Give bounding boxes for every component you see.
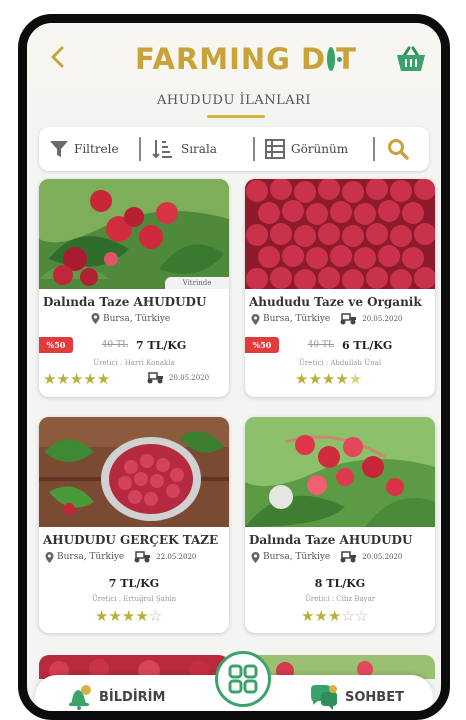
page-title: AHUDUDU İLANLARI	[156, 93, 312, 108]
chat-bubbles-icon	[311, 685, 337, 710]
location-pin-icon	[45, 551, 54, 563]
tractor-icon	[147, 372, 163, 384]
listing-image	[39, 417, 229, 527]
listing-image	[245, 179, 435, 289]
search-icon[interactable]	[387, 138, 409, 160]
filter-toolbar: Filtrele Sırala Görünüm	[39, 127, 429, 171]
location-text: Bursa, Türkiye	[263, 552, 331, 562]
view-label: Görünüm	[291, 142, 349, 156]
price: 7 TL/KG	[108, 576, 160, 590]
basket-icon[interactable]	[395, 45, 427, 73]
listing-card[interactable]: Dalında Taze AHUDUDU Bursa, Türkiye 20.0…	[245, 417, 435, 633]
seller-name: Üretici : Harri Konakla	[93, 359, 175, 367]
location-pin-icon	[91, 313, 100, 324]
price-row: 40 TL 7 TL/KG	[39, 335, 229, 355]
listing-date: 20.05.2020	[145, 372, 209, 384]
price: 8 TL/KG	[314, 576, 366, 590]
phone-frame: FARMING D T AHUDUDU İLANLARI Filtrele Sı…	[18, 14, 450, 720]
date-text: 20.05.2020	[362, 315, 403, 323]
toolbar-divider	[253, 137, 255, 161]
bell-icon	[69, 685, 91, 710]
grid-view-icon	[265, 139, 285, 159]
showcase-label: Vitrinde	[165, 277, 229, 289]
location-pin-icon	[251, 551, 260, 563]
toolbar-divider	[373, 137, 375, 161]
listing-image	[245, 417, 435, 527]
sort-button[interactable]: Sırala	[151, 127, 217, 171]
location-pin-icon	[251, 313, 260, 325]
chat-button[interactable]: SOHBET	[309, 675, 404, 711]
filter-label: Filtrele	[74, 142, 119, 156]
home-menu-button[interactable]	[215, 651, 271, 707]
date-text: 20.05.2020	[169, 374, 210, 382]
date-text: 20.05.2020	[362, 553, 403, 561]
listing-card[interactable]: Vitrinde Dalında Taze AHUDUDU Bursa, Tür…	[39, 179, 229, 397]
listing-location: Bursa, Türkiye	[91, 313, 170, 324]
listing-title: AHUDUDU GERÇEK TAZE	[43, 533, 219, 547]
price: 6 TL/KG	[341, 338, 393, 352]
listing-card[interactable]: Ahududu Taze ve Organik Bursa, Türkiye 2…	[245, 179, 435, 397]
rating-stars: ★★★★★	[43, 370, 111, 388]
filter-button[interactable]: Filtrele	[49, 127, 119, 171]
price-row: 40 TL 6 TL/KG	[245, 335, 435, 355]
notifications-label: BİLDİRİM	[99, 689, 166, 705]
location-text: Bursa, Türkiye	[57, 552, 125, 562]
filter-funnel-icon	[50, 141, 68, 157]
tractor-icon	[340, 551, 357, 563]
tractor-icon	[340, 313, 357, 325]
old-price: 40 TL	[101, 340, 128, 350]
listing-location: Bursa, Türkiye 20.05.2020	[251, 313, 402, 325]
rating-stars: ★★★★☆	[95, 607, 163, 625]
sort-label: Sırala	[181, 142, 217, 156]
sort-icon	[152, 140, 172, 159]
listing-image	[39, 179, 229, 289]
rating-stars: ★★★☆☆	[301, 607, 369, 625]
price-row: 7 TL/KG	[39, 573, 229, 593]
tractor-icon	[134, 551, 151, 563]
header: FARMING D T	[27, 23, 441, 89]
app-logo: FARMING D T	[135, 41, 356, 77]
toolbar-divider	[139, 137, 141, 161]
location-text: Bursa, Türkiye	[103, 313, 171, 324]
seller-name: Üretici : Ertuğrul Şahin	[91, 595, 177, 603]
listing-location: Bursa, Türkiye 20.05.2020	[251, 551, 402, 563]
date-text: 22.05.2020	[156, 553, 197, 561]
seller-name: Üretici : Abdullah Ünal	[298, 359, 382, 367]
back-arrow-icon[interactable]	[49, 45, 65, 69]
seller-name: Üretici : Cihz Bayar	[304, 595, 376, 603]
listing-card[interactable]: AHUDUDU GERÇEK TAZE Bursa, Türkiye 22.05…	[39, 417, 229, 633]
location-text: Bursa, Türkiye	[263, 314, 331, 324]
listing-title: Dalında Taze AHUDUDU	[249, 533, 413, 547]
listing-title: Dalında Taze AHUDUDU	[43, 295, 207, 309]
chat-label: SOHBET	[345, 689, 404, 705]
title-underline	[207, 115, 265, 118]
listing-title: Ahududu Taze ve Organik	[249, 295, 422, 309]
view-button[interactable]: Görünüm	[265, 127, 348, 171]
logo-dot-icon	[327, 47, 343, 71]
app-grid-icon	[228, 664, 258, 694]
listing-location: Bursa, Türkiye 22.05.2020	[45, 551, 196, 563]
rating-stars: ★★★★★	[295, 370, 363, 388]
price-row: 8 TL/KG	[245, 573, 435, 593]
logo-letter-d: D	[300, 42, 327, 76]
notifications-button[interactable]: BİLDİRİM	[65, 675, 166, 711]
old-price: 40 TL	[307, 340, 334, 350]
logo-word-farming: FARMING	[135, 42, 291, 76]
price: 7 TL/KG	[135, 338, 187, 352]
